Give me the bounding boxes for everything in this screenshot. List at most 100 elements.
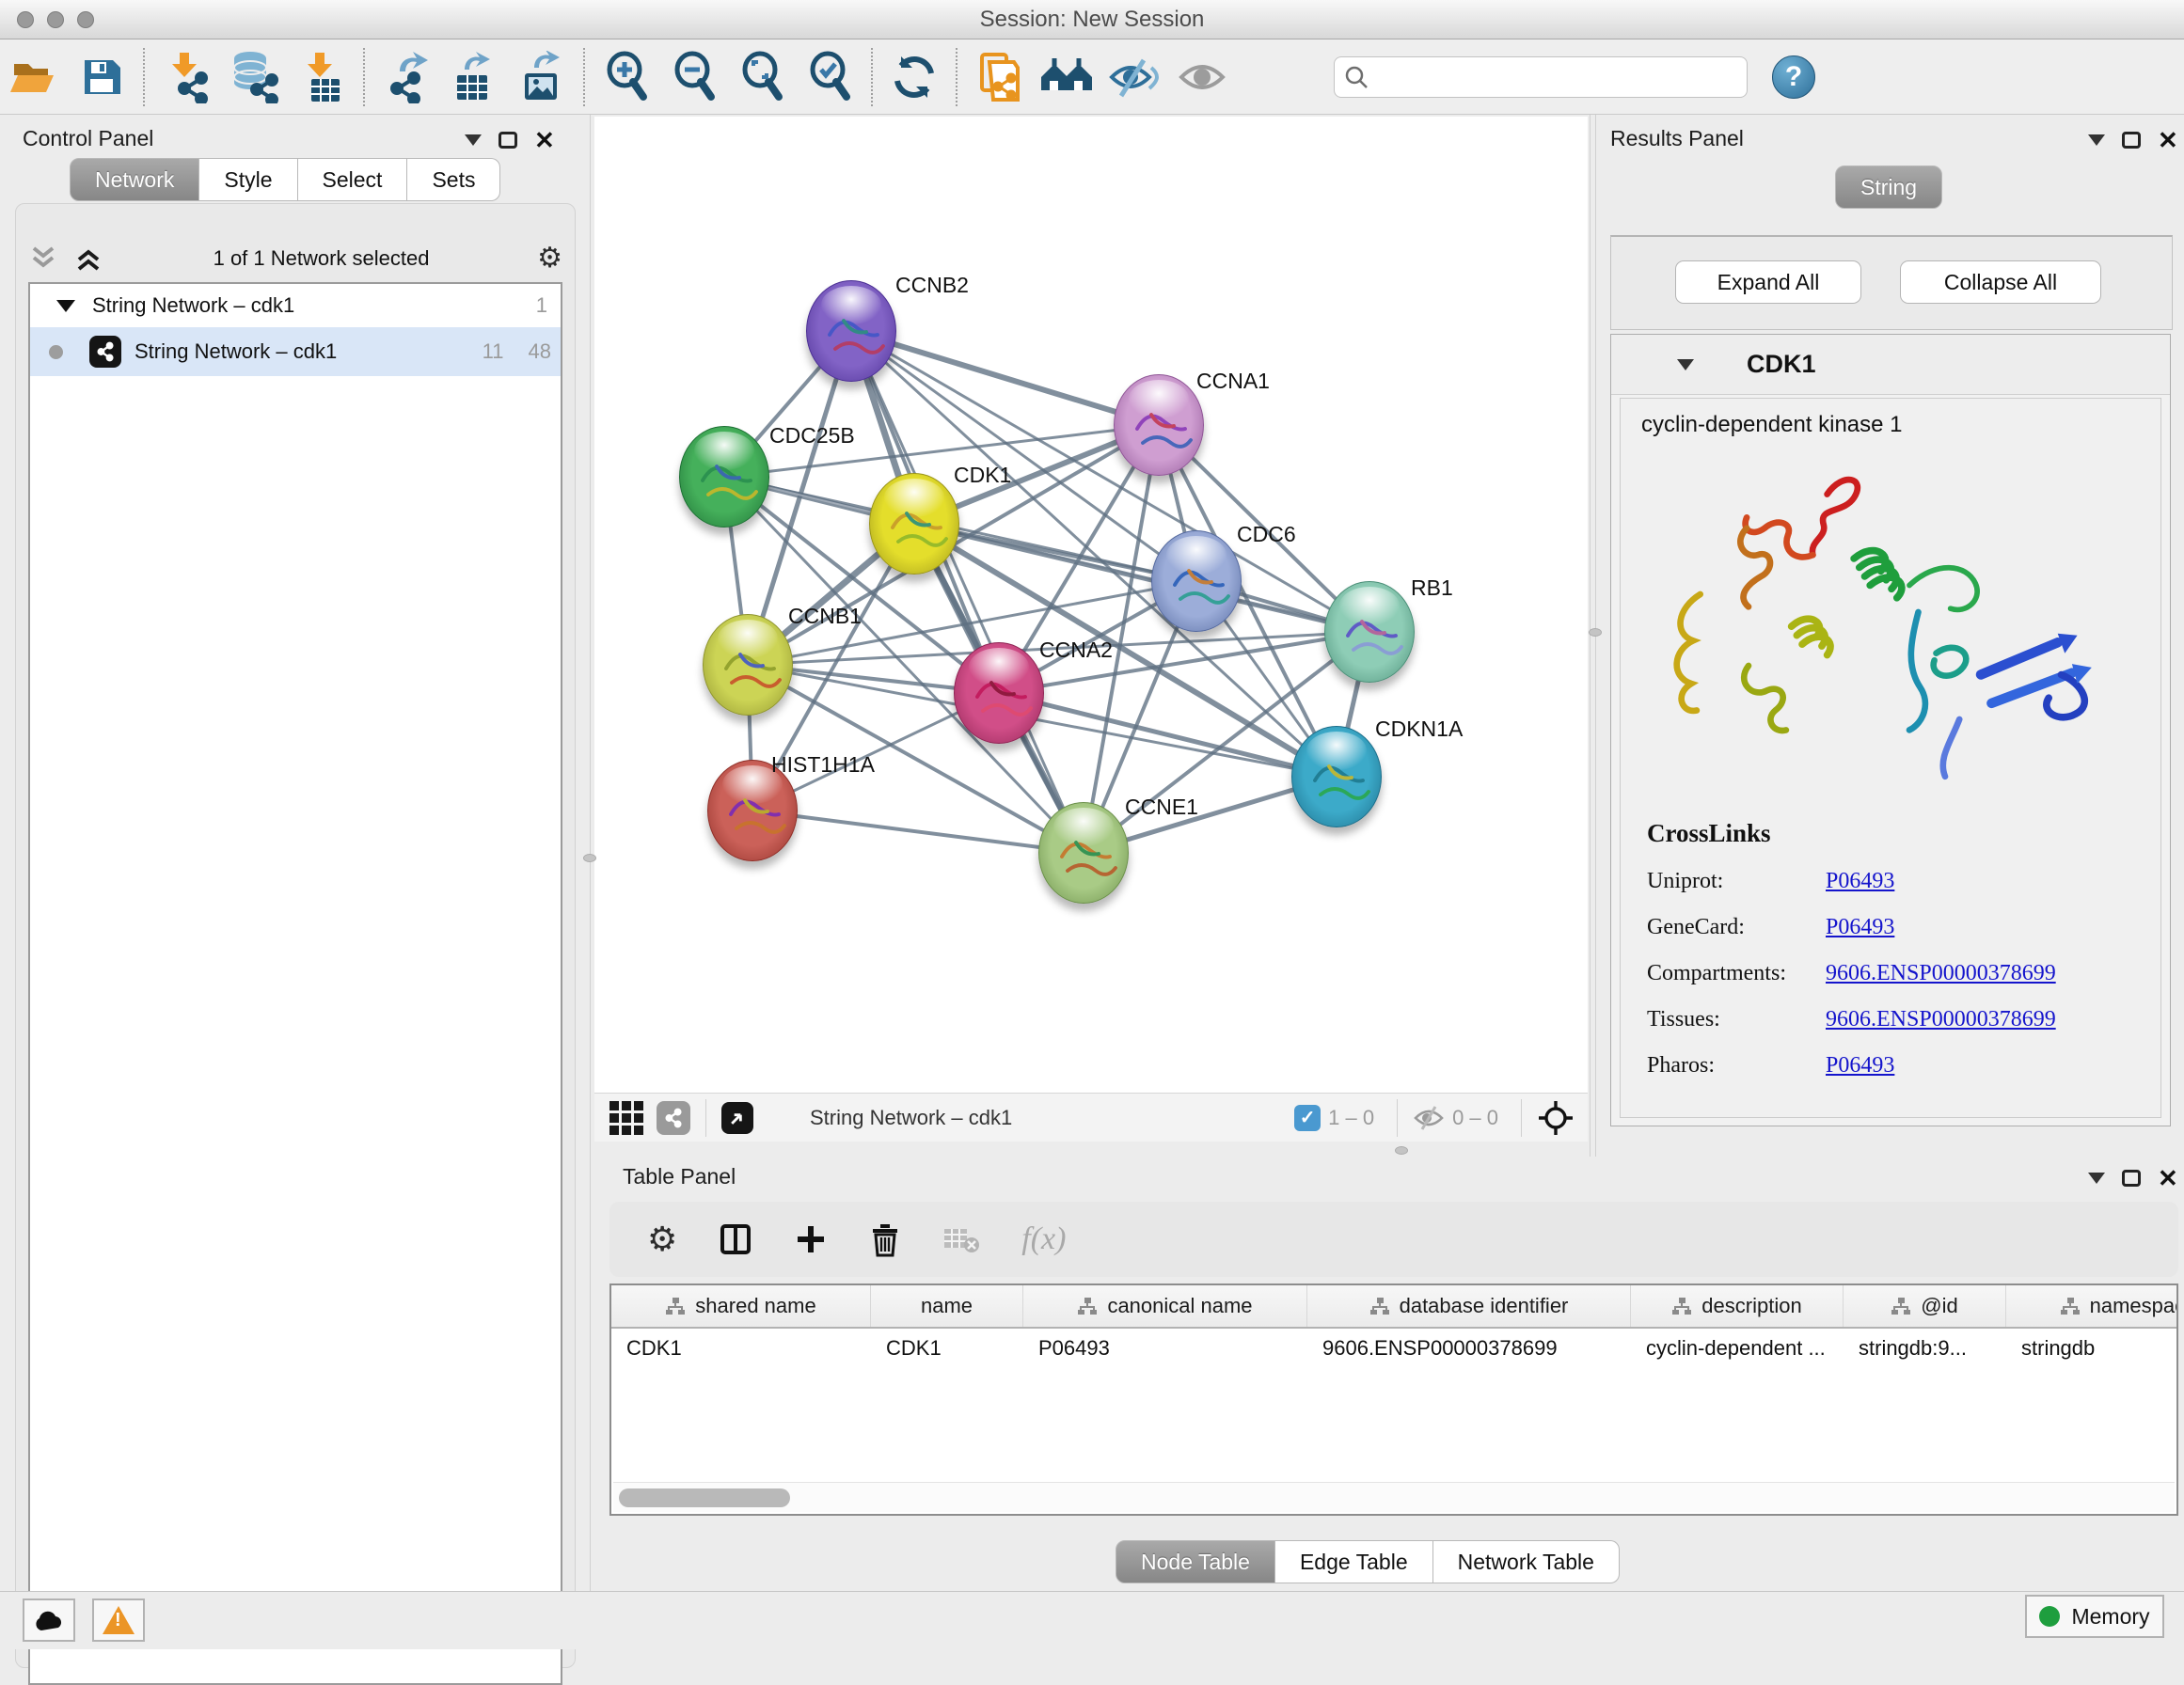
node-label-HIST1H1A: HIST1H1A (771, 752, 875, 778)
tab-network[interactable]: Network (70, 158, 199, 201)
memory-button[interactable]: Memory (2025, 1595, 2164, 1638)
clone-network-button[interactable] (965, 47, 1033, 107)
expand-all-button[interactable]: Expand All (1675, 260, 1861, 304)
scrollbar-thumb[interactable] (619, 1488, 790, 1507)
tab-string[interactable]: String (1835, 165, 1942, 209)
network-node-CCNE1[interactable] (1038, 802, 1129, 904)
tab-network-table[interactable]: Network Table (1433, 1540, 1620, 1583)
home-button[interactable] (1033, 47, 1100, 107)
window-minimize-button[interactable] (47, 11, 64, 28)
network-node-CDKN1A[interactable] (1291, 726, 1382, 827)
network-node-CCNB1[interactable] (703, 614, 793, 716)
window-close-button[interactable] (17, 11, 34, 28)
network-edge[interactable] (851, 331, 1159, 425)
zoom-in-button[interactable] (593, 47, 660, 107)
node-label-CCNB1: CCNB1 (788, 604, 862, 629)
hide-unhide-button[interactable] (1100, 47, 1168, 107)
birdseye-view-icon[interactable] (609, 1101, 643, 1135)
network-node-CCNB2[interactable] (806, 280, 896, 382)
results-panel-menu-button[interactable] (2088, 134, 2105, 146)
table-options-gear-icon[interactable]: ⚙ (647, 1222, 677, 1256)
column-header-database-identifier[interactable]: database identifier (1307, 1285, 1631, 1327)
window-zoom-button[interactable] (77, 11, 94, 28)
results-panel-close-button[interactable]: ✕ (2158, 128, 2178, 152)
add-column-icon[interactable] (794, 1222, 828, 1256)
fit-selected-crosshair-icon[interactable] (1537, 1099, 1575, 1137)
crosslink-link[interactable]: 9606.ENSP00000378699 (1826, 961, 2056, 986)
crosslink-link[interactable]: P06493 (1826, 915, 1894, 940)
network-edge[interactable] (752, 811, 1084, 853)
column-header-canonical-name[interactable]: canonical name (1023, 1285, 1307, 1327)
network-row-selected[interactable]: String Network – cdk1 11 48 (30, 327, 561, 376)
table-row[interactable]: CDK1CDK1P064939606.ENSP00000378699cyclin… (611, 1329, 2178, 1370)
tab-node-table[interactable]: Node Table (1116, 1540, 1275, 1583)
export-table-button[interactable] (440, 47, 508, 107)
open-session-button[interactable] (0, 47, 68, 107)
crosslink-link[interactable]: P06493 (1826, 869, 1894, 894)
table-cell[interactable]: CDK1 (871, 1329, 1023, 1370)
collapse-all-networks-icon[interactable] (73, 244, 105, 273)
import-network-from-database-button[interactable] (220, 47, 288, 107)
search-input[interactable] (1369, 65, 1726, 89)
column-header-name[interactable]: name (871, 1285, 1023, 1327)
splitter-handle[interactable] (583, 854, 596, 862)
collapse-all-button[interactable]: Collapse All (1900, 260, 2101, 304)
table-cell[interactable]: cyclin-dependent ... (1631, 1329, 1844, 1370)
table-cell[interactable]: CDK1 (611, 1329, 871, 1370)
crosslink-link[interactable]: P06493 (1826, 1053, 1894, 1079)
gene-expand-icon[interactable] (1677, 359, 1694, 370)
refresh-button[interactable] (880, 47, 948, 107)
column-header-description[interactable]: description (1631, 1285, 1844, 1327)
import-network-button[interactable] (152, 47, 220, 107)
warning-button[interactable] (92, 1598, 145, 1642)
expand-all-networks-icon[interactable] (28, 244, 60, 273)
show-all-button[interactable] (1168, 47, 1236, 107)
network-node-CDC6[interactable] (1151, 530, 1242, 632)
network-collection-row[interactable]: String Network – cdk1 1 (30, 284, 561, 327)
network-options-gear-icon[interactable]: ⚙ (537, 244, 562, 273)
delete-column-trash-icon[interactable] (869, 1221, 901, 1257)
column-header-namespace[interactable]: namespace (2006, 1285, 2178, 1327)
table-cell[interactable]: P06493 (1023, 1329, 1307, 1370)
control-panel-close-button[interactable]: ✕ (534, 128, 555, 152)
network-node-CDC25B[interactable] (679, 426, 769, 528)
save-session-button[interactable] (68, 47, 135, 107)
crosslink-link[interactable]: 9606.ENSP00000378699 (1826, 1007, 2056, 1032)
control-panel-float-button[interactable] (499, 132, 517, 149)
network-node-CCNA2[interactable] (954, 642, 1044, 744)
table-cell[interactable]: stringdb (2006, 1329, 2178, 1370)
results-panel-float-button[interactable] (2122, 132, 2141, 149)
network-node-CCNA1[interactable] (1114, 374, 1204, 476)
hidden-eye-slash-icon[interactable] (1413, 1105, 1445, 1131)
table-horizontal-scrollbar[interactable] (613, 1482, 2175, 1512)
tab-sets[interactable]: Sets (407, 158, 500, 201)
network-canvas[interactable]: CCNB2CCNA1CDC25BCDK1CDC6RB1CCNB1CCNA2CDK… (594, 117, 1588, 1093)
export-image-button[interactable] (508, 47, 576, 107)
column-header-shared-name[interactable]: shared name (611, 1285, 871, 1327)
table-panel-float-button[interactable] (2122, 1170, 2141, 1187)
import-table-button[interactable] (288, 47, 356, 107)
control-panel-menu-button[interactable] (465, 134, 482, 146)
detach-view-button[interactable] (721, 1102, 753, 1134)
show-columns-icon[interactable] (719, 1222, 752, 1256)
help-button[interactable]: ? (1772, 55, 1815, 99)
splitter-handle[interactable] (1395, 1146, 1408, 1155)
column-header-@id[interactable]: @id (1844, 1285, 2006, 1327)
tab-edge-table[interactable]: Edge Table (1275, 1540, 1433, 1583)
tab-style[interactable]: Style (199, 158, 297, 201)
network-node-RB1[interactable] (1324, 581, 1415, 683)
zoom-fit-button[interactable] (728, 47, 796, 107)
zoom-selected-button[interactable] (796, 47, 863, 107)
table-cell[interactable]: 9606.ENSP00000378699 (1307, 1329, 1631, 1370)
collection-expand-icon[interactable] (56, 300, 75, 312)
table-panel-menu-button[interactable] (2088, 1173, 2105, 1184)
export-network-button[interactable] (372, 47, 440, 107)
selected-nodes-checkbox[interactable]: ✓ (1294, 1105, 1321, 1131)
zoom-out-button[interactable] (660, 47, 728, 107)
table-cell[interactable]: stringdb:9... (1844, 1329, 2006, 1370)
cloud-button[interactable] (23, 1598, 75, 1642)
table-panel-close-button[interactable]: ✕ (2158, 1166, 2178, 1190)
network-edge[interactable] (851, 331, 1084, 853)
tab-select[interactable]: Select (298, 158, 408, 201)
network-node-CDK1[interactable] (869, 473, 959, 575)
